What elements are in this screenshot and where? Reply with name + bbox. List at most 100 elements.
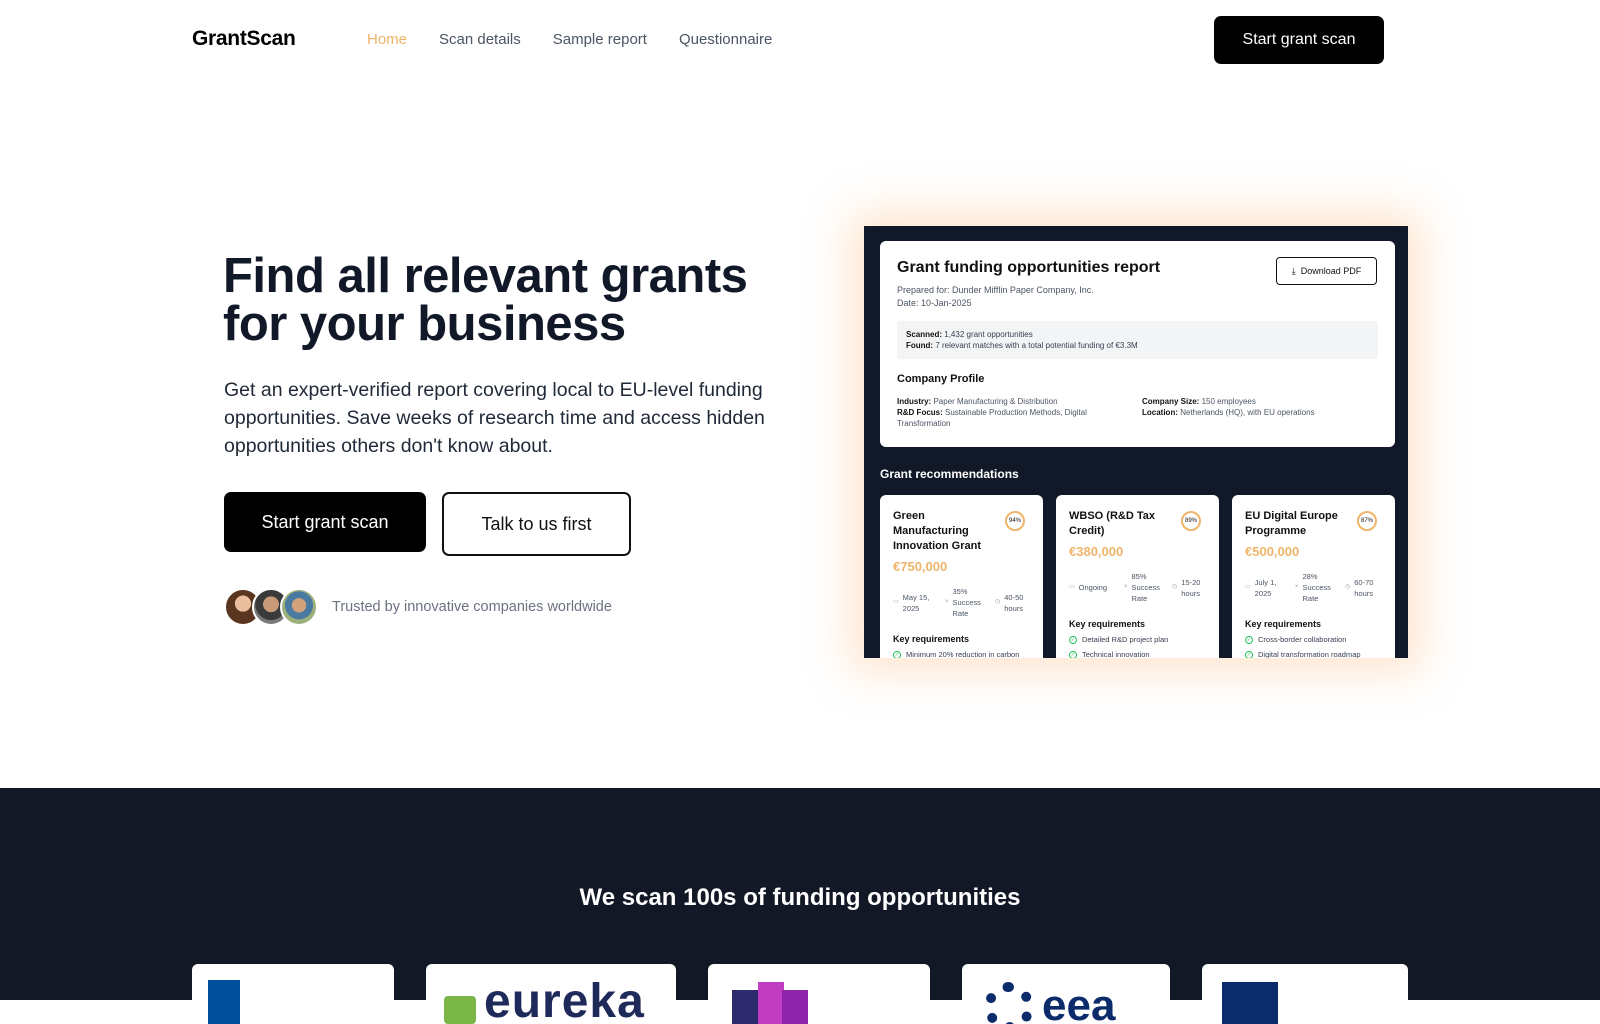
company-profile-title: Company Profile xyxy=(897,373,985,385)
grant-card[interactable]: Green Manufacturing Innovation Grant 94%… xyxy=(880,495,1043,658)
match-score-ring: 87% xyxy=(1357,511,1377,531)
grant-recommendations-title: Grant recommendations xyxy=(880,467,1019,481)
hero-title-line-1: Find all relevant grants xyxy=(223,249,748,303)
requirement-text: Technical innovation xyxy=(1082,650,1150,658)
hero-title-line-2: for your business xyxy=(223,297,626,351)
nav-link-sample-report[interactable]: Sample report xyxy=(553,31,647,48)
grant-stats: ▭ July 1, 2025 × 28% Success Rate ◷ 60-70 h… xyxy=(1245,571,1390,604)
grant-amount: €500,000 xyxy=(1245,544,1300,559)
download-pdf-button[interactable]: ⤓ Download PDF xyxy=(1276,257,1377,285)
requirement-text: Minimum 20% reduction in carbon xyxy=(906,650,1020,658)
report-header-card: Grant funding opportunities report Prepa… xyxy=(880,241,1395,447)
requirement-item: ✓ Cross-border collaboration xyxy=(1245,635,1346,644)
report-date: Date: 10-Jan-2025 xyxy=(897,298,972,308)
requirement-item: ✓ Digital transformation roadmap xyxy=(1245,650,1361,658)
check-circle-icon: ✓ xyxy=(1245,650,1253,658)
industry-value: Paper Manufacturing & Distribution xyxy=(933,397,1058,406)
logo[interactable]: GrantScan xyxy=(192,27,296,51)
funder-logo-card: eureka xyxy=(426,964,676,1024)
eureka-logo-text: eureka xyxy=(484,975,645,1024)
hero-subtitle: Get an expert-verified report covering l… xyxy=(224,379,765,457)
funder-logo-card xyxy=(1202,964,1408,1024)
top-nav: GrantScan Home Scan details Sample repor… xyxy=(0,0,1600,80)
location-label: Location: xyxy=(1142,408,1178,417)
grant-name: EU Digital Europe Programme xyxy=(1245,510,1338,537)
grant-deadline: Ongoing xyxy=(1078,583,1108,592)
grant-name: WBSO (R&D Tax Credit) xyxy=(1069,510,1155,537)
check-circle-icon: ✓ xyxy=(1245,635,1253,644)
report-title: Grant funding opportunities report xyxy=(897,259,1161,276)
nav-link-home[interactable]: Home xyxy=(367,31,407,48)
found-value: 7 relevant matches with a total potentia… xyxy=(935,341,1138,350)
nav-link-scan-details[interactable]: Scan details xyxy=(439,31,521,48)
scanned-label: Scanned: xyxy=(906,330,943,339)
check-circle-icon: ✓ xyxy=(1069,650,1077,658)
funder-logo xyxy=(208,980,240,1024)
company-profile-right: Company Size: 150 employees Location: Ne… xyxy=(1142,396,1372,418)
check-circle-icon: ✓ xyxy=(1069,635,1077,644)
grant-card[interactable]: EU Digital Europe Programme 87% €500,000… xyxy=(1232,495,1395,658)
clock-icon: ◷ xyxy=(1172,584,1178,590)
grant-stats: ▭ May 15, 2025 × 35% Success Rate ◷ 40-50 h… xyxy=(893,586,1038,619)
start-grant-scan-button[interactable]: Start grant scan xyxy=(224,492,426,552)
match-score-ring: 89% xyxy=(1181,511,1201,531)
nav-link-questionnaire[interactable]: Questionnaire xyxy=(679,31,772,48)
download-pdf-label: Download PDF xyxy=(1300,266,1362,276)
requirement-item: ✓ Minimum 20% reduction in carbon xyxy=(893,650,1019,658)
funder-logo-card xyxy=(192,964,394,1024)
trust-row: Trusted by innovative companies worldwid… xyxy=(224,588,612,626)
funder-logo xyxy=(758,982,784,1024)
scanned-value: 1,432 grant opportunities xyxy=(944,330,1033,339)
grant-success-rate: 35% Success Rate xyxy=(952,587,981,618)
avatar xyxy=(280,588,318,626)
funder-logo-card xyxy=(708,964,930,1024)
nav-start-scan-button[interactable]: Start grant scan xyxy=(1214,16,1384,64)
grant-stats: ▭ Ongoing × 85% Success Rate ◷ 15-20 hours xyxy=(1069,571,1214,604)
download-icon: ⤓ xyxy=(1291,265,1296,276)
funder-logo xyxy=(984,982,1034,1024)
clock-icon: ◷ xyxy=(995,599,1001,605)
grant-success-rate: 85% Success Rate xyxy=(1131,572,1160,603)
grant-amount: €750,000 xyxy=(893,559,948,574)
match-score-ring: 94% xyxy=(1005,511,1025,531)
key-requirements-label: Key requirements xyxy=(893,634,970,644)
key-requirements-label: Key requirements xyxy=(1245,619,1322,629)
grant-card[interactable]: WBSO (R&D Tax Credit) 89% €380,000 ▭ Ongo… xyxy=(1056,495,1219,658)
funder-logo: eea xyxy=(1042,981,1116,1024)
avatar-group xyxy=(224,588,318,626)
percent-icon: × xyxy=(1295,584,1299,590)
requirement-text: Digital transformation roadmap xyxy=(1258,650,1361,658)
funders-section: We scan 100s of funding opportunities eu… xyxy=(0,788,1600,1024)
grant-name: Green Manufacturing Innovation Grant xyxy=(893,510,981,552)
eureka-logo xyxy=(444,996,476,1024)
nav-links: Home Scan details Sample report Question… xyxy=(367,31,804,48)
grant-effort: 15-20 hours xyxy=(1181,577,1201,598)
industry-label: Industry: xyxy=(897,397,932,406)
grant-success-rate: 28% Success Rate xyxy=(1302,572,1331,603)
funder-logo xyxy=(1222,982,1278,1024)
calendar-icon: ▭ xyxy=(1069,584,1075,590)
percent-icon: × xyxy=(945,599,949,605)
funders-title: We scan 100s of funding opportunities xyxy=(579,884,1021,911)
talk-to-us-button[interactable]: Talk to us first xyxy=(442,492,631,556)
grant-effort: 60-70 hours xyxy=(1354,577,1374,598)
report-preview-panel: Grant funding opportunities report Prepa… xyxy=(864,226,1408,658)
calendar-icon: ▭ xyxy=(893,599,899,605)
requirement-text: Detailed R&D project plan xyxy=(1082,635,1169,644)
scan-summary: Scanned: 1,432 grant opportunities Found… xyxy=(897,321,1378,359)
requirement-text: Cross-border collaboration xyxy=(1258,635,1347,644)
company-size-value: 150 employees xyxy=(1201,397,1256,406)
found-label: Found: xyxy=(906,341,934,350)
hero-title: Find all relevant grants for your busine… xyxy=(223,249,823,351)
report-preview: Grant funding opportunities report Prepa… xyxy=(864,226,1408,658)
percent-icon: × xyxy=(1124,584,1128,590)
grant-amount: €380,000 xyxy=(1069,544,1124,559)
location-value: Netherlands (HQ), with EU operations xyxy=(1180,408,1315,417)
clock-icon: ◷ xyxy=(1345,584,1351,590)
funder-logo xyxy=(782,990,808,1024)
funder-logo-card: eea xyxy=(962,964,1170,1024)
grant-effort: 40-50 hours xyxy=(1004,592,1024,613)
report-meta: Prepared for: Dunder Mifflin Paper Compa… xyxy=(897,284,1094,310)
rd-focus-label: R&D Focus: xyxy=(897,408,943,417)
grant-deadline: May 15, 2025 xyxy=(902,592,930,613)
